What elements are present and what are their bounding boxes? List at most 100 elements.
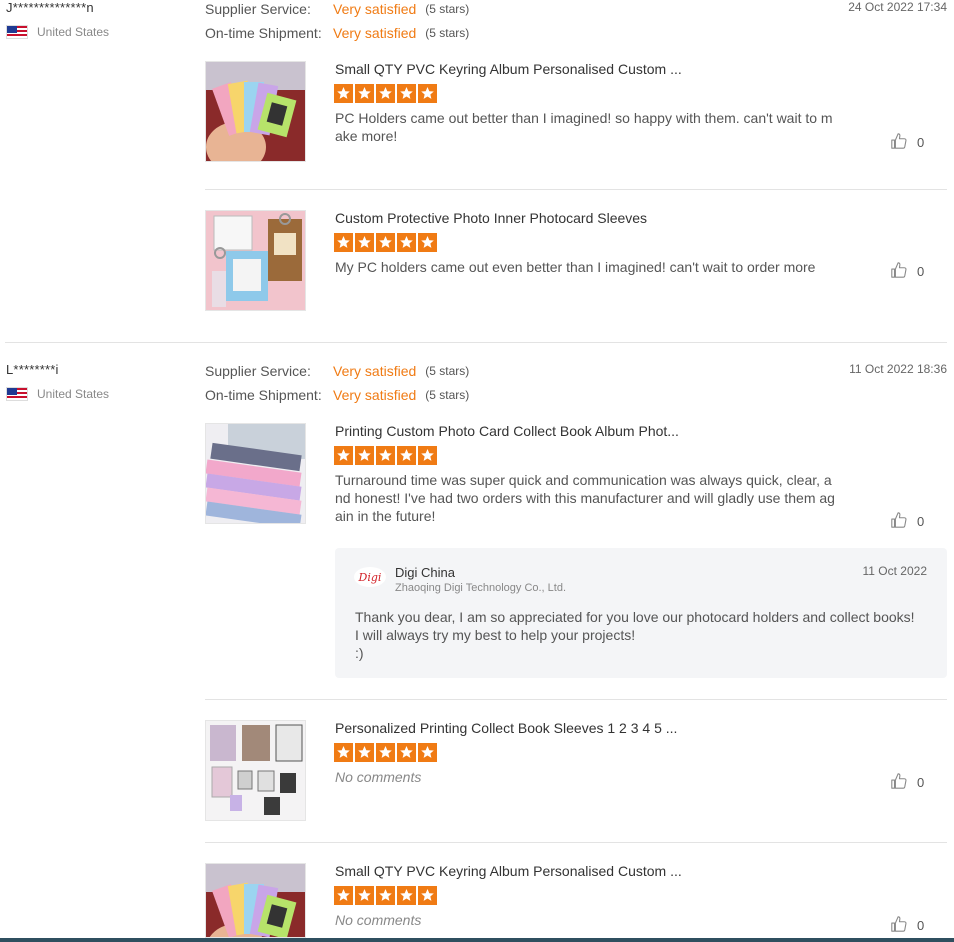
- reviewer-country: United States: [6, 25, 109, 39]
- star-icon: [418, 446, 437, 465]
- product-review: Small QTY PVC Keyring Album Personalised…: [205, 61, 947, 162]
- supplier-service-value: Very satisfied: [333, 1, 417, 17]
- star-icon: [355, 743, 374, 762]
- star-icon: [397, 886, 416, 905]
- us-flag-icon: [6, 387, 28, 401]
- star-icon: [334, 886, 353, 905]
- star-icon: [418, 886, 437, 905]
- reviewer-name: L********i: [6, 362, 59, 377]
- product-rating-stars: [334, 743, 437, 762]
- star-icon: [376, 84, 395, 103]
- product-review: Custom Protective Photo Inner Photocard …: [205, 210, 947, 311]
- supplier-service-value: Very satisfied: [333, 363, 417, 379]
- country-label: United States: [37, 25, 110, 39]
- like-count: 0: [917, 135, 925, 150]
- shipment-rating: On-time Shipment: Very satisfied (5 star…: [205, 25, 469, 41]
- divider: [205, 699, 947, 700]
- review-comment: Turnaround time was super quick and comm…: [335, 472, 835, 524]
- star-icon: [376, 886, 395, 905]
- supplier-service-stars: (5 stars): [425, 364, 470, 378]
- shipment-label: On-time Shipment:: [205, 25, 322, 41]
- star-icon: [355, 233, 374, 252]
- product-rating-stars: [334, 886, 437, 905]
- reviewer-name: J**************n: [6, 0, 94, 15]
- like-button[interactable]: 0: [890, 772, 924, 793]
- thumbs-up-icon: [890, 772, 917, 793]
- reply-text: Thank you dear, I am so appreciated for …: [355, 609, 915, 661]
- shipment-stars: (5 stars): [425, 388, 470, 402]
- product-title[interactable]: Small QTY PVC Keyring Album Personalised…: [335, 863, 682, 879]
- thumbs-up-icon: [890, 915, 917, 936]
- shipment-value: Very satisfied: [333, 25, 417, 41]
- star-icon: [376, 446, 395, 465]
- star-icon: [397, 233, 416, 252]
- star-icon: [334, 233, 353, 252]
- country-label: United States: [37, 387, 110, 401]
- supplier-service-rating: Supplier Service: Very satisfied (5 star…: [205, 1, 469, 17]
- supplier-company: Zhaoqing Digi Technology Co., Ltd.: [395, 582, 567, 594]
- thumbs-up-icon: [890, 261, 917, 282]
- bottom-edge-bar: [0, 938, 954, 942]
- like-button[interactable]: 0: [890, 915, 924, 936]
- like-count: 0: [917, 264, 925, 279]
- star-icon: [418, 743, 437, 762]
- supplier-reply: Digi Digi China Zhaoqing Digi Technology…: [335, 548, 947, 678]
- star-icon: [376, 233, 395, 252]
- review-date: 11 Oct 2022 18:36: [849, 362, 947, 376]
- product-title[interactable]: Small QTY PVC Keyring Album Personalised…: [335, 61, 682, 77]
- product-review: Printing Custom Photo Card Collect Book …: [205, 423, 947, 529]
- us-flag-icon: [6, 25, 28, 39]
- product-thumbnail[interactable]: [205, 210, 306, 311]
- like-button[interactable]: 0: [890, 132, 924, 153]
- star-icon: [397, 743, 416, 762]
- star-icon: [334, 743, 353, 762]
- star-icon: [418, 84, 437, 103]
- star-icon: [397, 446, 416, 465]
- product-thumbnail[interactable]: [205, 423, 306, 524]
- product-title[interactable]: Personalized Printing Collect Book Sleev…: [335, 720, 677, 736]
- star-icon: [355, 84, 374, 103]
- thumbs-up-icon: [890, 132, 917, 153]
- supplier-service-label: Supplier Service:: [205, 363, 311, 379]
- supplier-service-rating: Supplier Service: Very satisfied (5 star…: [205, 363, 469, 379]
- like-count: 0: [917, 918, 925, 933]
- product-review: Personalized Printing Collect Book Sleev…: [205, 720, 947, 821]
- product-thumbnail[interactable]: [205, 61, 306, 162]
- supplier-service-stars: (5 stars): [425, 2, 470, 16]
- star-icon: [334, 446, 353, 465]
- star-icon: [355, 886, 374, 905]
- shipment-value: Very satisfied: [333, 387, 417, 403]
- divider: [205, 842, 947, 843]
- review-comment: No comments: [335, 769, 422, 785]
- supplier-logo-icon: Digi: [354, 567, 386, 587]
- svg-text:Digi: Digi: [358, 571, 382, 584]
- product-thumbnail[interactable]: [205, 863, 306, 938]
- review-comment: PC Holders came out better than I imagin…: [335, 110, 833, 144]
- supplier-service-label: Supplier Service:: [205, 1, 311, 17]
- product-title[interactable]: Custom Protective Photo Inner Photocard …: [335, 210, 647, 226]
- star-icon: [418, 233, 437, 252]
- divider: [205, 189, 947, 190]
- product-rating-stars: [334, 446, 437, 465]
- star-icon: [334, 84, 353, 103]
- shipment-rating: On-time Shipment: Very satisfied (5 star…: [205, 387, 469, 403]
- like-count: 0: [917, 514, 925, 529]
- star-icon: [355, 446, 374, 465]
- product-rating-stars: [334, 233, 437, 252]
- review-date: 24 Oct 2022 17:34: [848, 0, 947, 14]
- review-comment: My PC holders came out even better than …: [335, 259, 816, 275]
- reviewer-country: United States: [6, 387, 109, 401]
- review-divider: [5, 342, 947, 343]
- supplier-name: Digi China: [395, 565, 455, 580]
- star-icon: [397, 84, 416, 103]
- product-title[interactable]: Printing Custom Photo Card Collect Book …: [335, 423, 679, 439]
- reply-date: 11 Oct 2022: [862, 564, 928, 578]
- shipment-label: On-time Shipment:: [205, 387, 322, 403]
- product-thumbnail[interactable]: [205, 720, 306, 821]
- like-button[interactable]: 0: [890, 261, 924, 282]
- star-icon: [376, 743, 395, 762]
- like-button[interactable]: 0: [890, 511, 924, 532]
- thumbs-up-icon: [890, 511, 917, 532]
- product-rating-stars: [334, 84, 437, 103]
- like-count: 0: [917, 775, 925, 790]
